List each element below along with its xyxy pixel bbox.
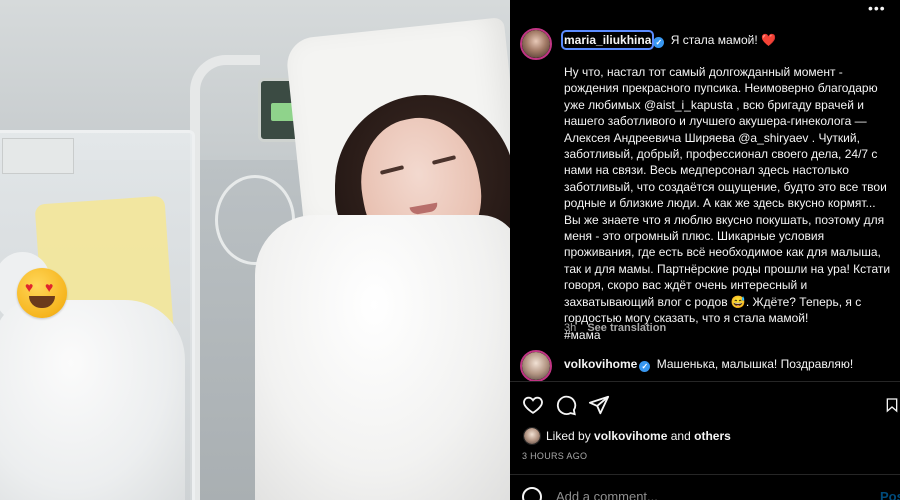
liked-by-others[interactable]: others bbox=[694, 429, 731, 443]
caption-header: maria_iliukhina ✓ Я стала мамой! ❤️ bbox=[560, 30, 776, 50]
liked-by-and: and bbox=[670, 429, 691, 443]
post-comment-button[interactable]: Post bbox=[880, 489, 900, 500]
caption-headline: Я стала мамой! bbox=[670, 33, 758, 47]
comment-composer: Add a comment... Post bbox=[510, 481, 900, 500]
caption-meta: 3h See translation bbox=[564, 322, 666, 334]
action-bar bbox=[522, 394, 900, 416]
photo-blanket bbox=[255, 215, 510, 500]
commenter-username[interactable]: volkovihome bbox=[564, 357, 637, 371]
verified-badge-icon: ✓ bbox=[653, 37, 665, 48]
emoji-smile-icon[interactable] bbox=[522, 487, 542, 500]
post-photo[interactable]: ♥ ♥ bbox=[0, 0, 510, 500]
photo-crib-tag bbox=[2, 138, 74, 174]
caption-age: 3h bbox=[564, 322, 577, 334]
author-username[interactable]: maria_iliukhina bbox=[560, 30, 655, 50]
comment-bubble-icon[interactable] bbox=[555, 394, 577, 416]
caption-text: Ну что, настал тот самый долгожданный мо… bbox=[564, 65, 891, 342]
section-divider bbox=[510, 381, 900, 382]
verified-badge-icon: ✓ bbox=[639, 361, 651, 372]
photo-bed-frame bbox=[190, 55, 260, 500]
paper-plane-icon[interactable] bbox=[588, 394, 610, 416]
comment-text: Машенька, малышка! Поздравляю! bbox=[656, 357, 854, 371]
liked-by-avatar[interactable] bbox=[523, 427, 541, 445]
composer-divider bbox=[510, 474, 900, 475]
heart-eyes-emoji-icon: ♥ ♥ bbox=[17, 268, 67, 318]
red-heart-icon: ❤️ bbox=[761, 33, 776, 47]
author-avatar[interactable] bbox=[520, 28, 552, 60]
heart-outline-icon[interactable] bbox=[522, 394, 544, 416]
see-translation-link[interactable]: See translation bbox=[587, 322, 666, 334]
bookmark-icon[interactable] bbox=[884, 394, 900, 416]
photo-baby-blanket bbox=[0, 300, 185, 500]
liked-by-user[interactable]: volkovihome bbox=[594, 429, 667, 443]
comment-input[interactable]: Add a comment... bbox=[556, 489, 658, 500]
post-timestamp: 3 HOURS AGO bbox=[522, 451, 588, 461]
comment-row: volkovihome ✓ Машенька, малышка! Поздравл… bbox=[564, 356, 853, 372]
liked-by-line: Liked by volkovihome and others bbox=[546, 429, 731, 443]
commenter-avatar[interactable] bbox=[520, 350, 552, 382]
more-options-icon[interactable]: ••• bbox=[868, 0, 886, 16]
liked-by-prefix: Liked by bbox=[546, 429, 591, 443]
